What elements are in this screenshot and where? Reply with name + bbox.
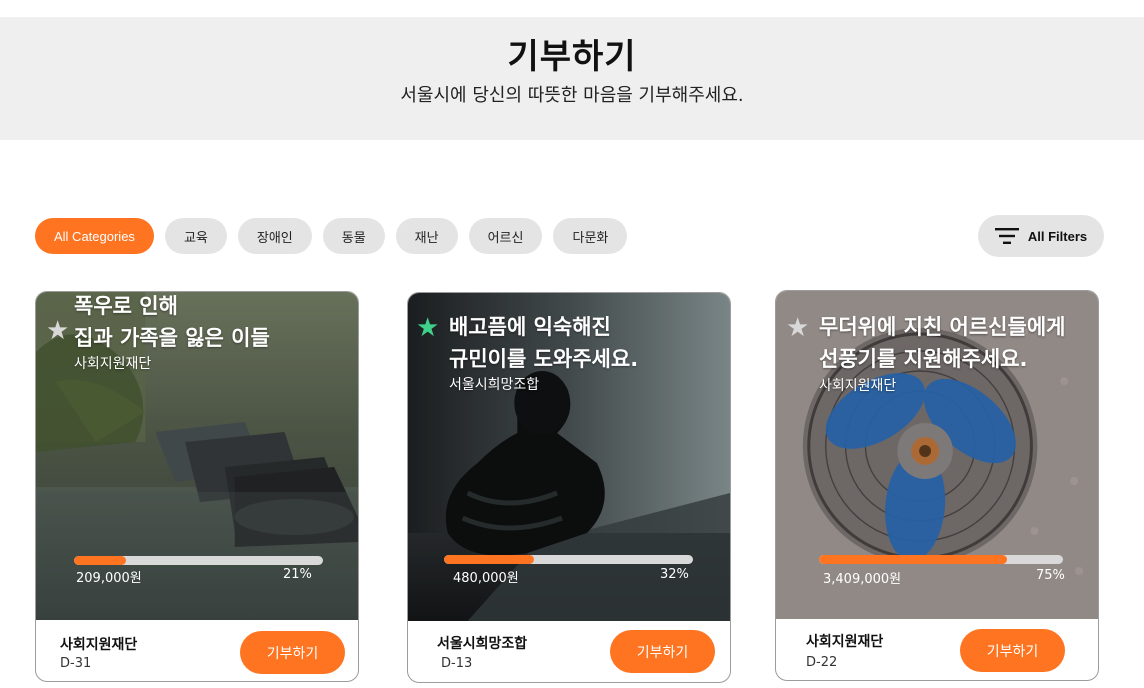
donation-card[interactable]: ★ 무더위에 지친 어르신들에게 선풍기를 지원해주세요. 사회지원재단 3,4…: [775, 290, 1099, 681]
progress-percent: 75%: [1036, 568, 1065, 583]
donation-card[interactable]: ★ 폭우로 인해 집과 가족을 잃은 이들 사회지원재단 209,000원 21…: [35, 291, 359, 682]
card-dday: D-31: [60, 656, 92, 671]
filter-icon: [994, 228, 1019, 244]
card-dday: D-22: [806, 655, 838, 670]
donate-button[interactable]: 기부하기: [960, 629, 1065, 672]
card-dday: D-13: [441, 656, 473, 671]
card-org-overlay: 사회지원재단: [819, 378, 897, 394]
donate-button[interactable]: 기부하기: [240, 631, 345, 674]
card-title-line1: 배고픔에 익숙해진: [449, 315, 611, 339]
card-org-name: 사회지원재단: [60, 637, 138, 653]
category-chip-animals[interactable]: 동물: [322, 218, 385, 254]
card-org-name: 서울시희망조합: [437, 636, 528, 652]
donation-card[interactable]: ★ 배고픔에 익숙해진 규민이를 도와주세요. 서울시희망조합 480,000원…: [407, 292, 731, 683]
favorite-star-icon[interactable]: ★: [416, 315, 439, 341]
favorite-star-icon[interactable]: ★: [786, 315, 809, 341]
card-title-line1: 무더위에 지친 어르신들에게: [819, 315, 1066, 339]
raised-amount: 480,000원: [453, 571, 519, 586]
progress-bar: [74, 556, 323, 565]
progress-percent: 21%: [283, 567, 312, 582]
raised-amount: 3,409,000원: [823, 572, 902, 587]
progress-bar: [444, 555, 693, 564]
card-org-name: 사회지원재단: [806, 634, 884, 650]
category-chip-all[interactable]: All Categories: [35, 218, 154, 254]
card-title-line2: 규민이를 도와주세요.: [449, 347, 639, 371]
category-chip-education[interactable]: 교육: [164, 218, 227, 254]
card-photo-child: ★ 배고픔에 익숙해진 규민이를 도와주세요. 서울시희망조합 480,000원…: [408, 293, 730, 621]
card-org-overlay: 서울시희망조합: [449, 377, 540, 393]
all-filters-label: All Filters: [1027, 228, 1088, 244]
all-filters-button[interactable]: All Filters: [978, 215, 1104, 257]
progress-fill: [74, 556, 127, 565]
favorite-star-icon[interactable]: ★: [46, 318, 69, 344]
hero-banner: 기부하기 서울시에 당신의 따뜻한 마음을 기부해주세요.: [0, 17, 1144, 140]
card-photo-fan: ★ 무더위에 지친 어르신들에게 선풍기를 지원해주세요. 사회지원재단 3,4…: [776, 291, 1098, 619]
category-chip-disability[interactable]: 장애인: [237, 218, 312, 254]
card-title-line1: 폭우로 인해: [74, 294, 178, 318]
page-subtitle: 서울시에 당신의 따뜻한 마음을 기부해주세요.: [400, 85, 744, 106]
card-title-line2: 집과 가족을 잃은 이들: [74, 326, 270, 350]
donate-button[interactable]: 기부하기: [610, 630, 715, 673]
card-photo-flood: ★ 폭우로 인해 집과 가족을 잃은 이들 사회지원재단 209,000원 21…: [36, 292, 358, 620]
category-chip-multicultural[interactable]: 다문화: [553, 218, 628, 254]
card-org-overlay: 사회지원재단: [74, 356, 152, 372]
progress-fill: [819, 555, 1007, 564]
progress-percent: 32%: [660, 567, 689, 582]
card-title-line2: 선풍기를 지원해주세요.: [819, 347, 1028, 371]
raised-amount: 209,000원: [76, 571, 142, 586]
page-title: 기부하기: [507, 37, 637, 77]
progress-fill: [444, 555, 534, 564]
category-chip-disaster[interactable]: 재난: [395, 218, 458, 254]
category-filter-bar: All Categories 교육 장애인 동물 재난 어르신 다문화: [35, 218, 628, 254]
progress-bar: [819, 555, 1063, 564]
category-chip-elderly[interactable]: 어르신: [468, 218, 543, 254]
